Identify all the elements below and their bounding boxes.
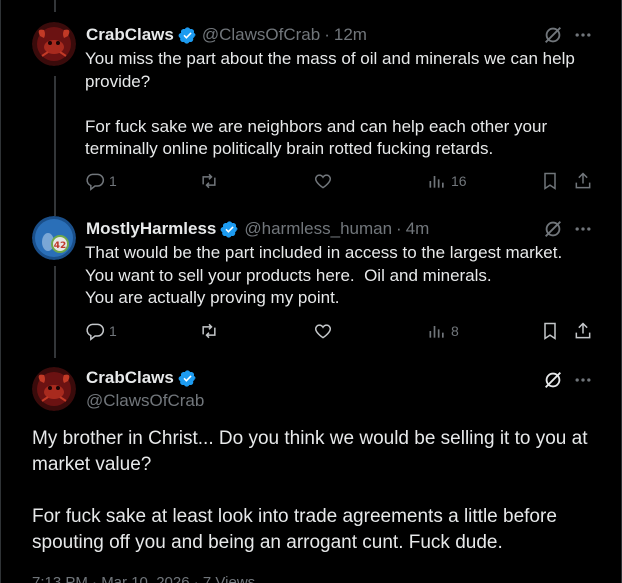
repost-button[interactable]: [199, 321, 223, 341]
verified-icon: [220, 220, 239, 238]
thread-line-top: [54, 0, 56, 12]
tweet-header: MostlyHarmless @harmless_human · 4m: [86, 218, 429, 240]
views-icon: [429, 326, 444, 338]
author-handle[interactable]: @harmless_human: [244, 218, 392, 240]
thread-line-2: [54, 266, 56, 358]
grok-icon[interactable]: [542, 218, 564, 240]
repost-icon: [202, 323, 216, 339]
like-icon: [314, 324, 332, 339]
verified-icon: [178, 26, 196, 44]
like-icon: [314, 174, 332, 189]
tweet-actions: 1 16: [85, 171, 595, 193]
repost-icon: [202, 173, 216, 189]
more-icon[interactable]: [573, 370, 593, 390]
avatar[interactable]: [32, 22, 76, 66]
reply-count: 1: [109, 173, 117, 189]
timestamp[interactable]: 12m: [334, 24, 367, 46]
repost-button[interactable]: [199, 171, 223, 191]
author-name[interactable]: CrabClaws: [86, 24, 174, 46]
share-icon: [575, 172, 591, 189]
thread-line-1: [54, 76, 56, 216]
views-button[interactable]: 8: [427, 321, 459, 341]
like-button[interactable]: [313, 171, 337, 191]
tweet-actions: 1 8: [85, 321, 595, 343]
share-icon: [575, 322, 591, 339]
reply-count: 1: [109, 323, 117, 339]
author-name[interactable]: MostlyHarmless: [86, 218, 216, 240]
author-handle[interactable]: @ClawsOfCrab: [202, 24, 320, 46]
timestamp[interactable]: 4m: [406, 218, 430, 240]
tweet-text: My brother in Christ... Do you think we …: [32, 428, 588, 553]
grok-icon[interactable]: [542, 24, 564, 46]
bookmark-button[interactable]: [540, 171, 560, 191]
more-icon[interactable]: [573, 25, 593, 45]
reply-button[interactable]: 1: [85, 171, 117, 191]
share-button[interactable]: [573, 321, 593, 341]
author-name[interactable]: CrabClaws: [86, 368, 174, 388]
reply-button[interactable]: 1: [85, 321, 117, 341]
bookmark-icon: [544, 172, 556, 190]
reply-icon: [86, 173, 105, 191]
like-button[interactable]: [313, 321, 337, 341]
views-count: 8: [451, 323, 459, 339]
verified-icon: [178, 369, 196, 387]
views-button[interactable]: 16: [427, 171, 467, 191]
conversation-thread: CrabClaws @ClawsOfCrab · 12m You miss th…: [0, 0, 622, 583]
bookmark-icon: [544, 322, 556, 340]
views-icon: [429, 176, 444, 188]
tweet-header: CrabClaws @ClawsOfCrab · 12m: [86, 24, 367, 46]
tweet-text: That would be the part included in acces…: [85, 243, 563, 307]
bookmark-button[interactable]: [540, 321, 560, 341]
tweet-timestamp-footer[interactable]: 7:13 PM · Mar 10, 2026 · 7 Views: [32, 574, 255, 583]
grok-icon[interactable]: [542, 369, 564, 391]
avatar[interactable]: [32, 367, 76, 411]
views-count: 16: [451, 173, 467, 189]
separator-dot: ·: [324, 25, 330, 44]
separator-dot: ·: [396, 219, 402, 238]
author-name-row: CrabClaws: [86, 368, 197, 388]
author-handle[interactable]: @ClawsOfCrab: [86, 391, 204, 411]
reply-icon: [86, 323, 105, 341]
avatar-badge: 42: [54, 241, 67, 251]
more-icon[interactable]: [573, 219, 593, 239]
tweet-text: You miss the part about the mass of oil …: [85, 49, 575, 158]
share-button[interactable]: [573, 171, 593, 191]
avatar[interactable]: 42: [32, 216, 76, 260]
